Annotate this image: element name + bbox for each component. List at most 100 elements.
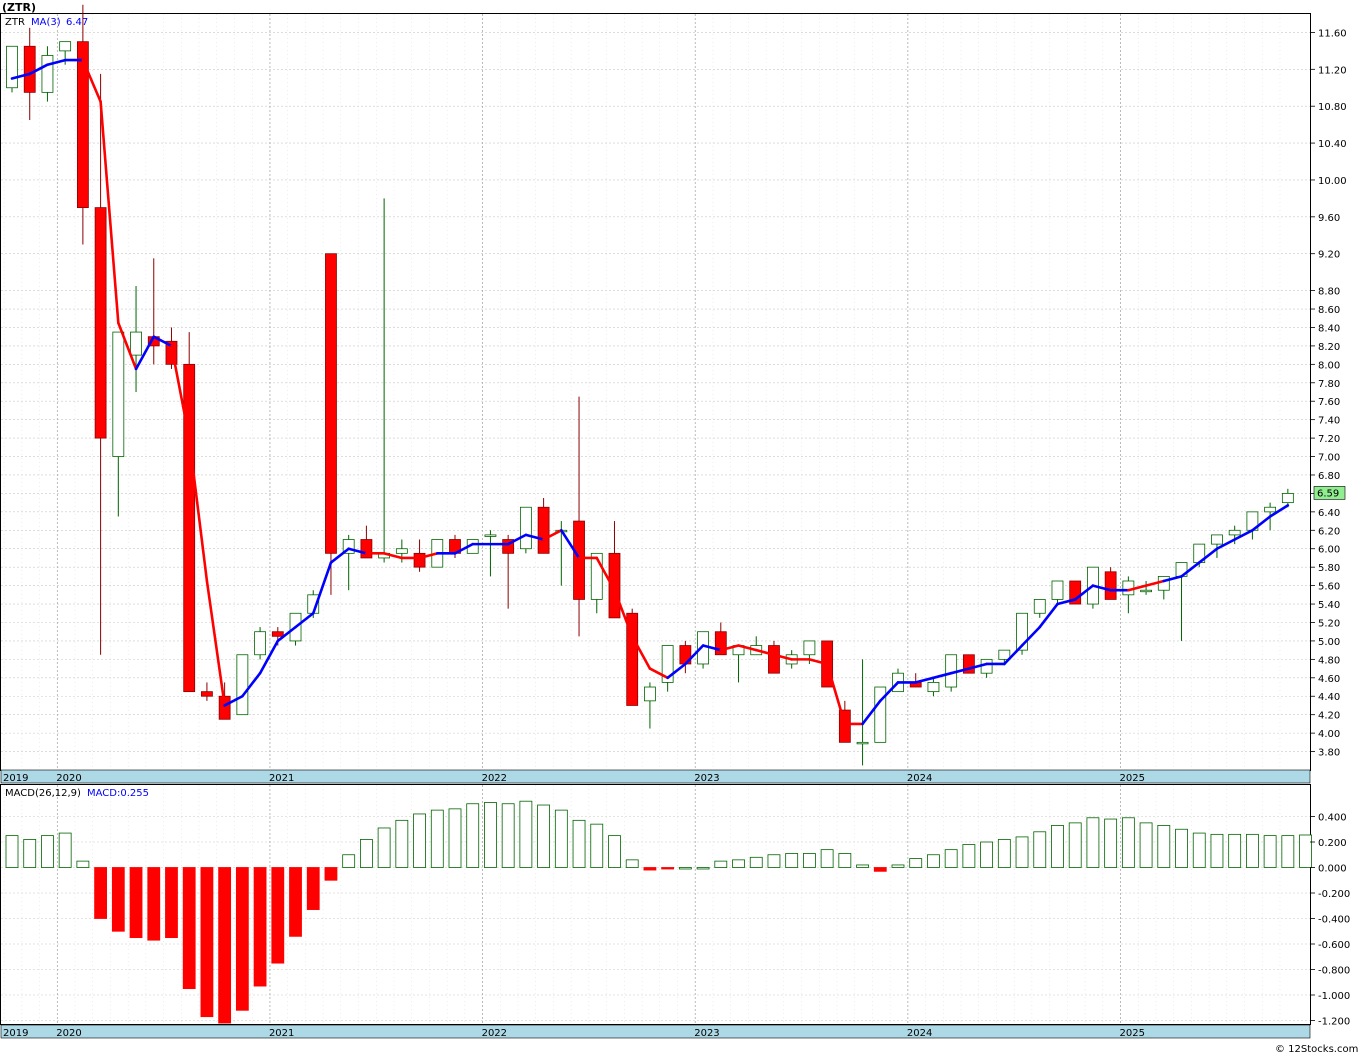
candle-up — [6, 45, 18, 89]
candle-down — [1104, 571, 1117, 600]
macd-bar-negative — [873, 867, 887, 872]
candle-up — [1140, 589, 1152, 593]
price-tick-label: 5.60 — [1318, 582, 1340, 593]
x-axis-year-label: 2021 — [269, 773, 294, 784]
macd-bar-positive — [732, 859, 745, 868]
candle-up — [998, 649, 1011, 660]
x-axis-year-label: 2023 — [694, 1028, 719, 1039]
price-tick-label: 4.80 — [1318, 655, 1340, 666]
macd-bar-negative — [200, 867, 214, 1018]
macd-tick-label: -0.800 — [1318, 966, 1350, 977]
macd-bar-positive — [909, 858, 923, 868]
macd-bar-positive — [1210, 833, 1224, 868]
price-tick-label: 6.80 — [1318, 471, 1340, 482]
candle-up — [1051, 580, 1064, 600]
macd-value-label: MACD:0.255 — [87, 788, 149, 799]
price-tick-label: 4.00 — [1318, 729, 1340, 740]
macd-bar-positive — [1175, 828, 1188, 868]
candle-up — [1211, 534, 1223, 545]
macd-bar-positive — [891, 864, 905, 868]
price-tick-label: 7.20 — [1318, 434, 1340, 445]
macd-x-axis-band — [0, 1024, 1311, 1039]
candle-up — [254, 631, 266, 656]
macd-bar-negative — [182, 867, 196, 990]
candle-up — [484, 534, 497, 537]
x-axis-year-label: 2019 — [3, 1028, 28, 1039]
macd-bar-positive — [980, 841, 993, 868]
candle-up — [644, 686, 656, 702]
macd-bar-negative — [147, 867, 161, 941]
candle-up — [59, 41, 72, 52]
macd-y-axis: -1.200 -1.000 -0.800 -0.600 -0.400 -0.200 0.00… — [1310, 813, 1350, 1028]
macd-bar-positive — [572, 819, 586, 868]
x-axis-year-label: 2021 — [269, 1028, 294, 1039]
legend-ma: MA(3) — [31, 17, 61, 28]
last-price-value: 6.59 — [1317, 488, 1339, 499]
copyright: © 12Stocks.com — [1275, 1044, 1358, 1055]
candle-up — [41, 55, 54, 93]
x-axis-year-label: 2024 — [907, 773, 932, 784]
macd-bar-positive — [1281, 835, 1295, 868]
macd-bar-positive — [1015, 836, 1029, 868]
macd-bar-positive — [803, 853, 816, 868]
candle-down — [537, 506, 550, 554]
macd-bar-positive — [1157, 825, 1171, 868]
macd-bar-positive — [1033, 831, 1047, 868]
candle-down — [325, 253, 337, 554]
stock-chart: 3.80 4.00 4.20 4.40 4.60 4.80 5.00 5.20 5.40 5.60… — [0, 1, 1358, 1055]
candle-up — [1228, 529, 1241, 536]
price-tick-label: 10.40 — [1318, 139, 1347, 150]
macd-bar-positive — [608, 835, 621, 868]
macd-tick-label: 0.000 — [1318, 864, 1347, 875]
macd-bar-positive — [927, 854, 940, 868]
candle-down — [573, 520, 585, 600]
macd-bar-positive — [466, 803, 480, 868]
macd-bar-positive — [359, 839, 373, 868]
macd-bar-negative — [218, 867, 232, 1024]
macd-bar-negative — [235, 867, 249, 1011]
macd-bar-positive — [413, 813, 426, 868]
macd-bar-positive — [785, 853, 799, 868]
candle-up — [1281, 493, 1294, 504]
macd-tick-label: -0.200 — [1318, 889, 1350, 900]
legend-symbol: ZTR — [5, 17, 25, 28]
macd-bar-negative — [271, 867, 285, 964]
macd-bar-positive — [1192, 832, 1206, 868]
macd-bar-positive — [1246, 833, 1259, 868]
macd-bar-positive — [519, 800, 533, 868]
macd-bar-positive — [23, 839, 37, 868]
macd-label: MACD(26,12,9) — [5, 788, 81, 799]
candle-down — [413, 552, 426, 568]
macd-bar-positive — [997, 839, 1011, 868]
macd-bar-negative — [94, 867, 107, 919]
price-tick-label: 9.20 — [1318, 250, 1340, 261]
price-tick-label: 8.20 — [1318, 342, 1340, 353]
macd-bar-positive — [944, 849, 958, 868]
candle-up — [1264, 506, 1277, 513]
macd-bar-positive — [678, 867, 692, 870]
macd-bar-positive — [1228, 833, 1242, 868]
price-y-axis: 3.80 4.00 4.20 4.40 4.60 4.80 5.00 5.20 5.40 5.60… — [1310, 28, 1347, 759]
candle-up — [1033, 599, 1046, 614]
macd-bar-negative — [253, 867, 267, 987]
candle-up — [856, 741, 869, 745]
price-tick-label: 6.00 — [1318, 545, 1340, 556]
macd-bar-positive — [1139, 822, 1153, 868]
price-tick-label: 8.00 — [1318, 360, 1340, 371]
macd-bar-positive — [767, 854, 781, 868]
macd-bar-negative — [129, 867, 143, 939]
macd-tick-label: -1.200 — [1318, 1017, 1350, 1028]
price-tick-label: 4.20 — [1318, 711, 1340, 722]
candle-up — [803, 640, 816, 656]
macd-bar-positive — [58, 832, 72, 868]
price-tick-label: 5.80 — [1318, 563, 1340, 574]
price-tick-label: 4.40 — [1318, 692, 1340, 703]
price-tick-label: 6.20 — [1318, 526, 1340, 537]
candle-down — [23, 45, 36, 93]
macd-bar-positive — [41, 835, 54, 868]
price-tick-label: 8.40 — [1318, 323, 1340, 334]
candle-down — [768, 645, 780, 674]
price-tick-label: 5.20 — [1318, 618, 1340, 629]
symbol-label: (ZTR) — [2, 1, 36, 14]
candle-up — [519, 506, 532, 550]
